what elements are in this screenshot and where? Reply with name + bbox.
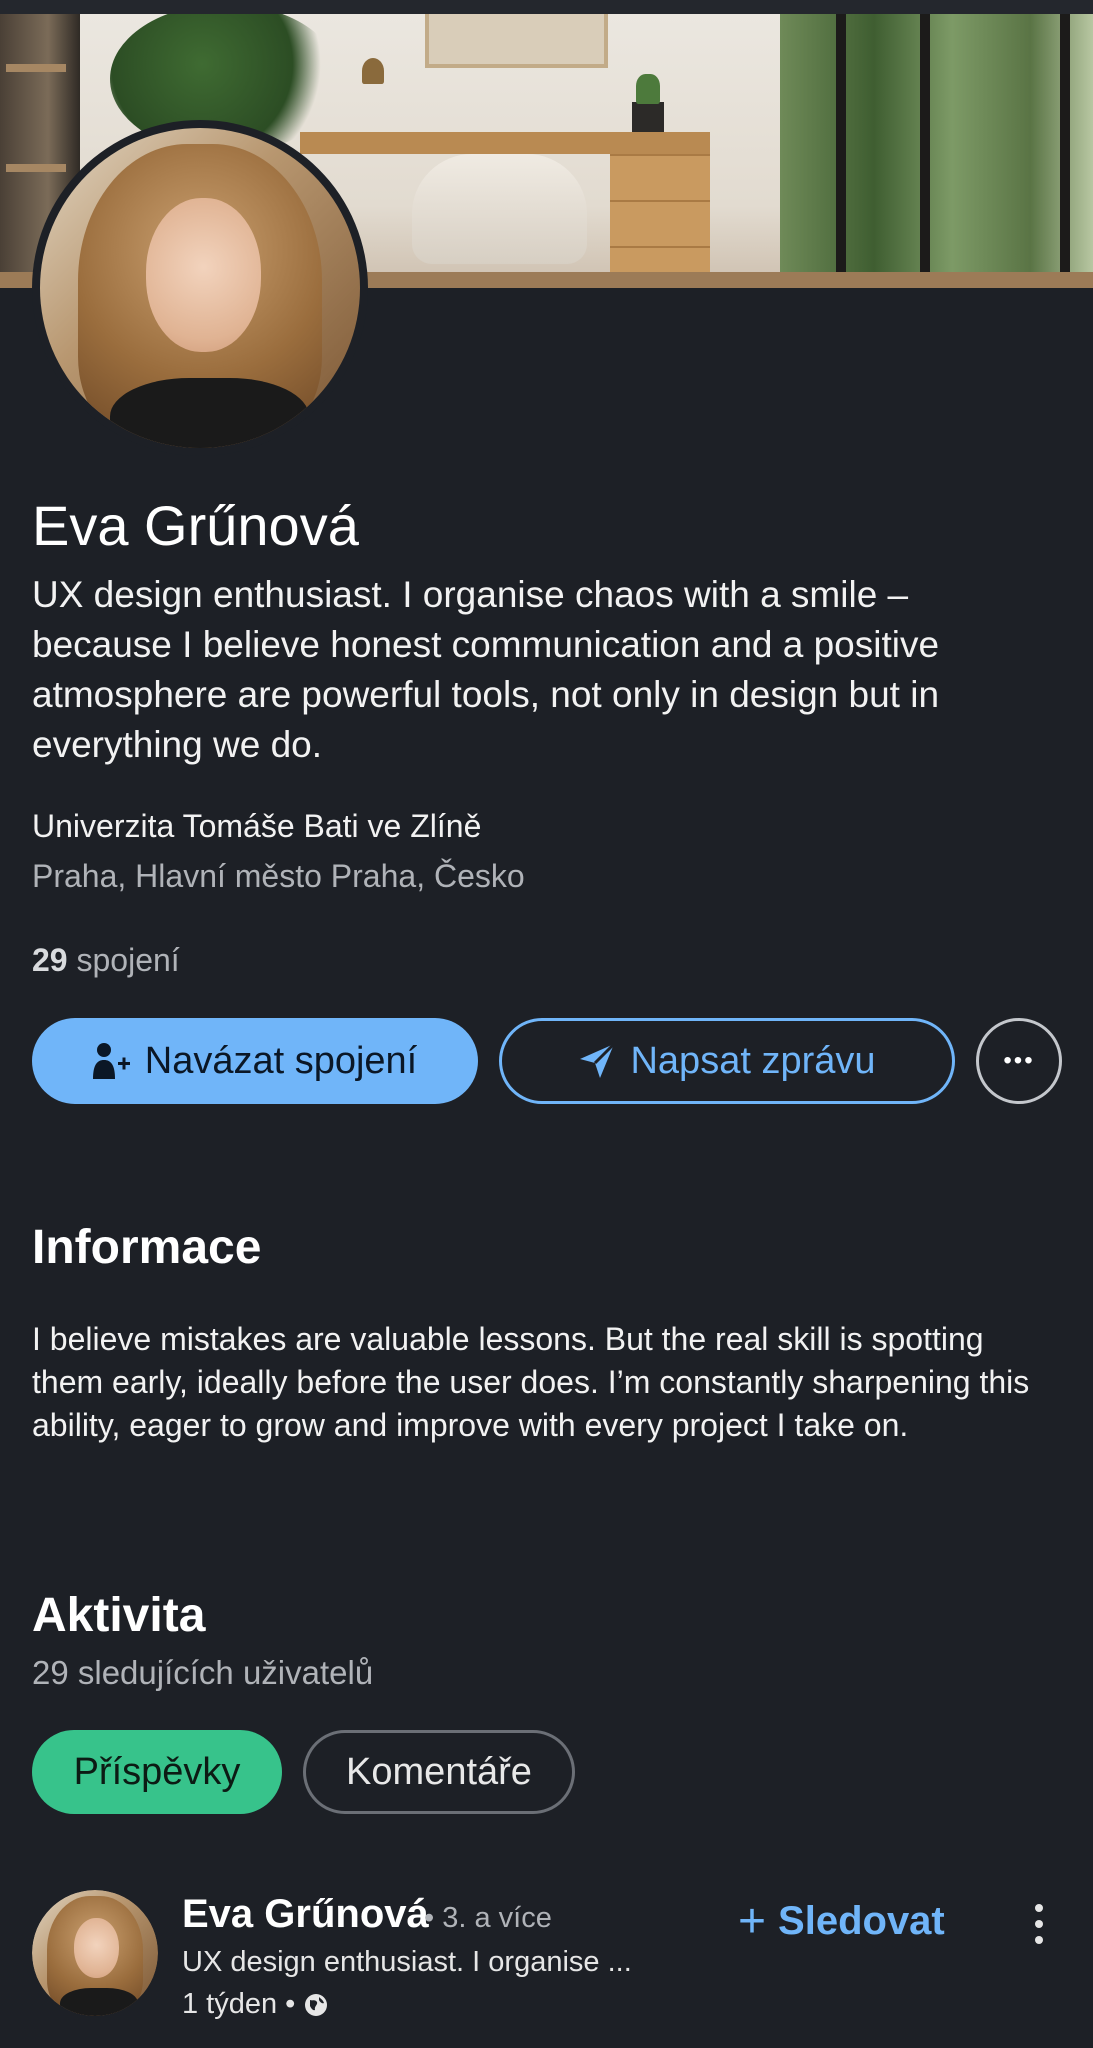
connections-label: spojení [76, 942, 180, 978]
globe-icon [305, 1993, 328, 2016]
add-person-icon [92, 1043, 130, 1079]
connections-count[interactable]: 29 spojení [32, 942, 180, 979]
profile-school[interactable]: Univerzita Tomáše Bati ve Zlíně [32, 808, 481, 845]
connect-button[interactable]: Navázat spojení [32, 1018, 478, 1104]
more-vertical-icon[interactable] [1024, 1900, 1054, 1948]
tab-comments[interactable]: Komentáře [303, 1730, 575, 1814]
message-label: Napsat zprávu [630, 1039, 876, 1082]
follow-button[interactable]: + Sledovat [738, 1894, 945, 1949]
status-bar [0, 0, 1093, 14]
connections-number: 29 [32, 942, 68, 978]
post-author-headline: UX design enthusiast. I organise ... [182, 1946, 632, 1978]
follow-label: Sledovat [778, 1899, 945, 1943]
tab-posts[interactable]: Příspěvky [32, 1730, 282, 1814]
profile-name: Eva Grűnová [32, 494, 359, 557]
profile-location: Praha, Hlavní město Praha, Česko [32, 858, 525, 894]
post-author-name[interactable]: Eva Grűnová [182, 1892, 429, 1937]
profile-avatar[interactable] [32, 120, 368, 456]
followers-count: 29 sledujících uživatelů [32, 1654, 374, 1691]
about-text: I believe mistakes are valuable lessons.… [32, 1321, 1030, 1443]
more-button[interactable]: ••• [976, 1018, 1062, 1104]
plus-icon: + [738, 1895, 767, 1948]
message-button[interactable]: Napsat zprávu [499, 1018, 955, 1104]
about-title: Informace [32, 1221, 262, 1274]
post-timestamp: 1 týden • [182, 1988, 329, 2021]
post-time-label: 1 týden • [182, 1988, 296, 2020]
tab-comments-label: Komentáře [346, 1750, 532, 1793]
post-author-avatar[interactable] [32, 1890, 158, 2016]
post-connection-degree: • 3. a více [424, 1902, 552, 1934]
activity-title: Aktivita [32, 1589, 206, 1642]
send-icon [580, 1042, 616, 1078]
tab-posts-label: Příspěvky [73, 1750, 241, 1793]
connect-label: Navázat spojení [144, 1039, 418, 1082]
more-horizontal-icon: ••• [1003, 1047, 1035, 1074]
profile-headline: UX design enthusiast. I organise chaos w… [32, 574, 940, 765]
